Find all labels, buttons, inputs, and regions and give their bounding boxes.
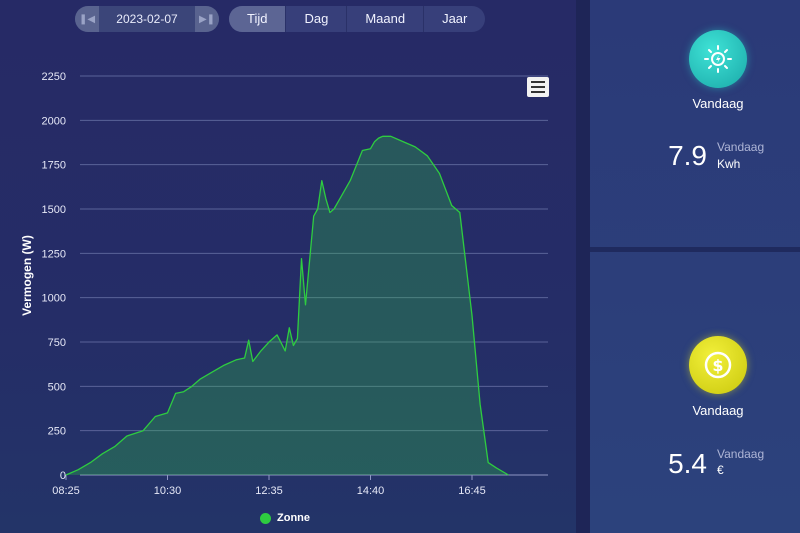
tab-tijd[interactable]: Tijd	[229, 6, 286, 32]
tab-jaar[interactable]: Jaar	[423, 6, 485, 32]
legend-label: Zonne	[277, 512, 310, 524]
x-tick-label: 16:45	[458, 485, 486, 497]
y-axis-title: Vermogen (W)	[20, 235, 34, 316]
date-value[interactable]: 2023-02-07	[99, 12, 195, 26]
x-tick-label: 14:40	[357, 485, 385, 497]
summary-divider	[590, 247, 800, 252]
money-card-title: Vandaag	[692, 403, 744, 418]
y-tick-label: 2000	[42, 115, 66, 127]
x-tick-label: 12:35	[255, 485, 283, 497]
date-picker: ❚◀ 2023-02-07 ▶❚	[75, 6, 219, 32]
energy-card-title: Vandaag	[692, 96, 744, 111]
hamburger-icon-bar	[531, 81, 545, 83]
hamburger-icon-bar	[531, 91, 545, 93]
power-chart: 0 250 500 750 1000 1250 1500 1750 2000 2250 08:25 1…	[20, 71, 548, 497]
y-tick-label: 250	[48, 426, 66, 438]
chart-menu-button[interactable]	[527, 77, 549, 97]
energy-value: 7.9	[668, 140, 707, 171]
x-tick-label: 08:25	[52, 485, 80, 497]
solar-panel-icon	[689, 30, 747, 88]
chart-legend[interactable]: Zonne	[260, 512, 310, 524]
svg-text:$: $	[712, 356, 723, 375]
x-tick-label: 10:30	[154, 485, 182, 497]
chevron-left-icon: ❚◀	[78, 13, 96, 25]
y-tick-label: 1250	[42, 248, 66, 260]
legend-marker	[260, 512, 271, 524]
y-tick-label: 1500	[42, 204, 66, 216]
money-value: 5.4	[668, 448, 707, 479]
money-period-label: Vandaag	[717, 447, 765, 461]
panel-gap	[576, 0, 590, 533]
tab-maand[interactable]: Maand	[346, 6, 423, 32]
previous-date-button[interactable]: ❚◀	[75, 6, 99, 32]
tab-dag[interactable]: Dag	[285, 6, 346, 32]
dollar-coin-icon: $	[689, 336, 747, 394]
y-tick-label: 1750	[42, 160, 66, 172]
series-area	[66, 136, 509, 476]
y-tick-label: 0	[60, 470, 66, 482]
energy-unit: Kwh	[717, 157, 741, 171]
hamburger-icon-bar	[531, 86, 545, 88]
y-tick-label: 1000	[42, 293, 66, 305]
period-tabs: Tijd Dag Maand Jaar	[229, 6, 486, 32]
chevron-right-icon: ▶❚	[198, 13, 216, 25]
y-tick-label: 500	[48, 381, 66, 393]
energy-period-label: Vandaag	[717, 140, 765, 154]
money-unit: €	[717, 463, 724, 477]
y-tick-label: 750	[48, 337, 66, 349]
y-tick-label: 2250	[42, 71, 66, 83]
